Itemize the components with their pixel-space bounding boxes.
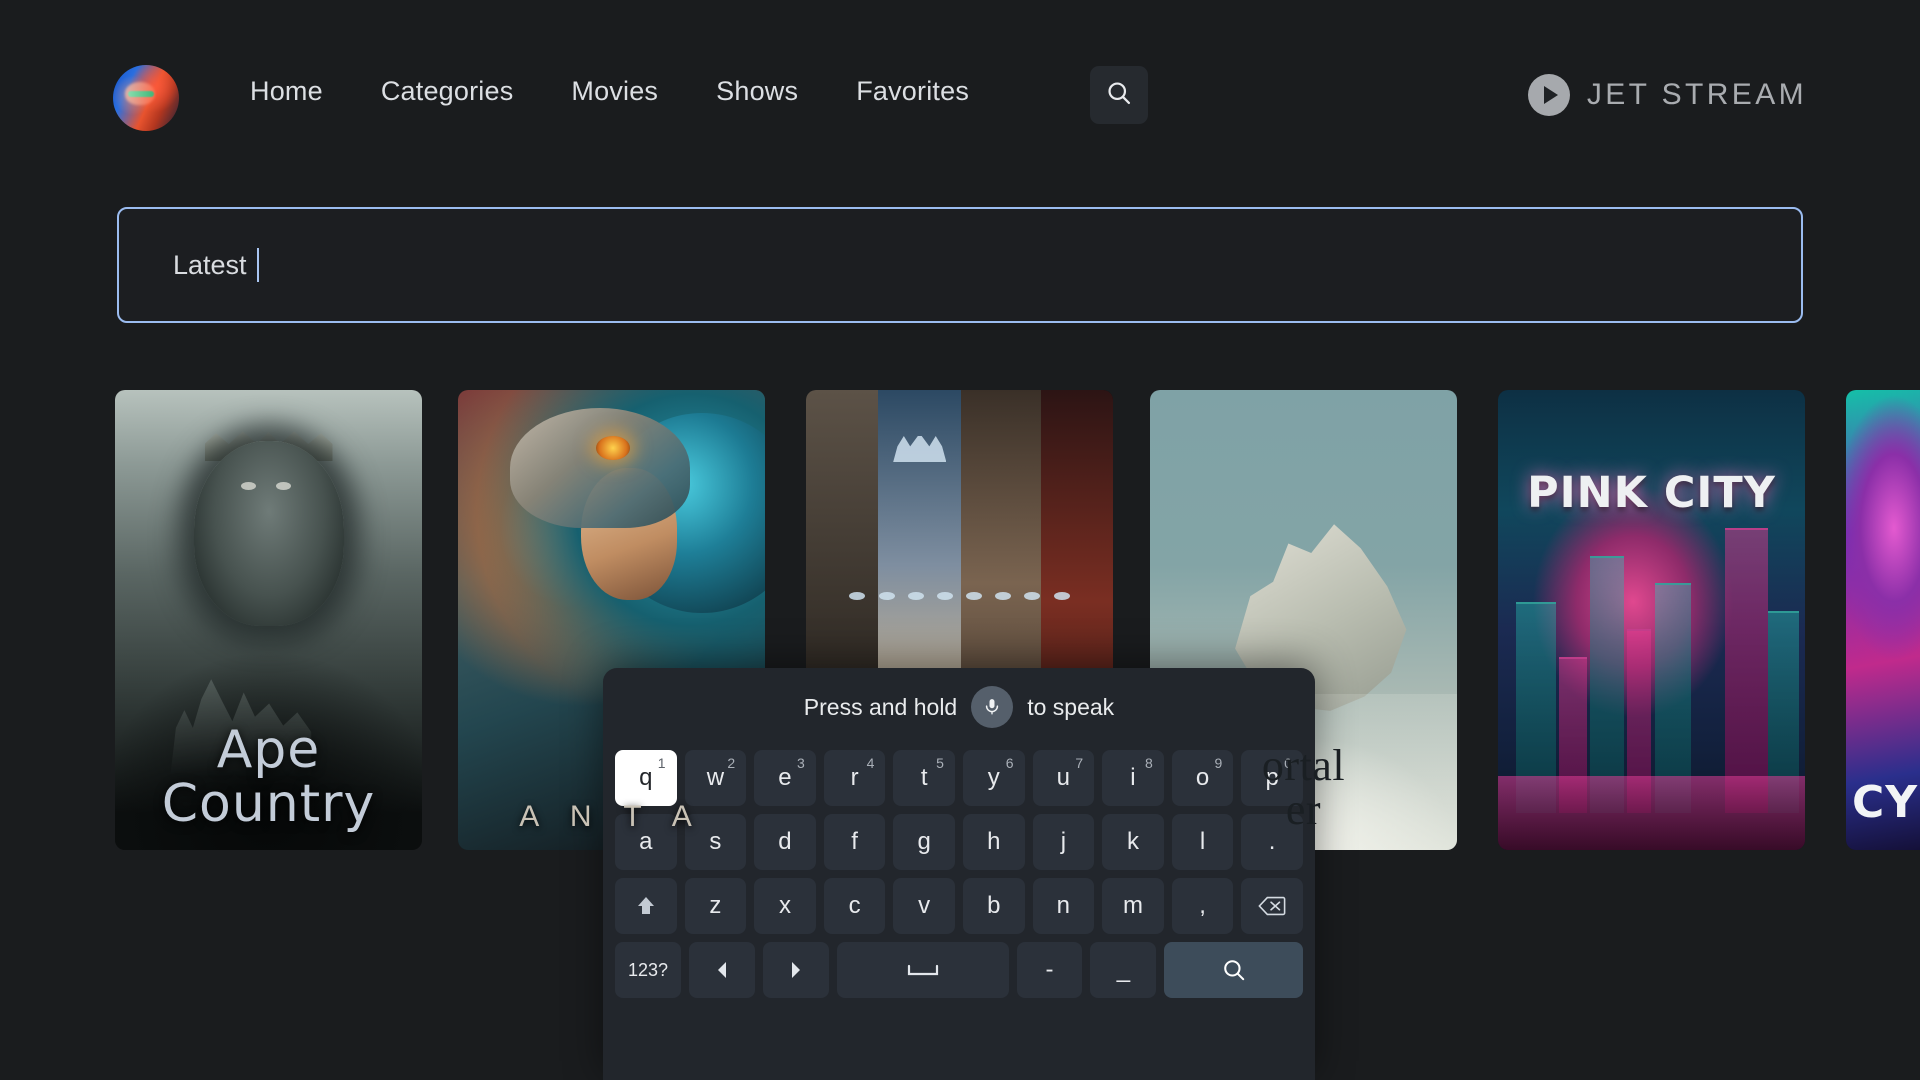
- arrow-right-icon: [788, 961, 804, 979]
- keyboard-row-3: z x c v b n m ,: [615, 878, 1303, 934]
- user-avatar[interactable]: [113, 65, 179, 131]
- key-label: r: [850, 764, 859, 791]
- key-superscript: 6: [1005, 755, 1014, 771]
- nav-item-categories[interactable]: Categories: [381, 72, 514, 111]
- key-b[interactable]: b: [962, 878, 1025, 934]
- key-h[interactable]: h: [962, 814, 1025, 870]
- poster-title: ortal er: [1150, 744, 1457, 832]
- on-screen-keyboard: Press and hold to speak q 1 w 2 e 3 r 4 …: [603, 668, 1315, 1080]
- key-hyphen[interactable]: -: [1016, 942, 1083, 998]
- key-backspace[interactable]: [1241, 878, 1303, 934]
- key-label: i: [1130, 764, 1136, 791]
- shift-icon: [634, 894, 658, 918]
- nav-item-home[interactable]: Home: [250, 72, 323, 111]
- key-c[interactable]: c: [823, 878, 886, 934]
- search-icon: [1105, 79, 1133, 112]
- key-shift[interactable]: [615, 878, 677, 934]
- poster-card[interactable]: Ape Country: [115, 390, 422, 850]
- poster-title-line1: ortal: [1261, 741, 1346, 790]
- poster-title-line2: er: [1285, 785, 1322, 834]
- text-cursor: [256, 248, 259, 282]
- poster-title: PINK CITY: [1527, 468, 1776, 519]
- top-navigation-bar: Home Categories Movies Shows Favorites J…: [0, 0, 1920, 160]
- key-underscore[interactable]: _: [1090, 942, 1157, 998]
- nav-item-shows[interactable]: Shows: [716, 72, 798, 111]
- key-superscript: 5: [936, 755, 944, 771]
- space-icon: [906, 962, 940, 978]
- search-icon: [1221, 957, 1247, 983]
- nav-item-favorites[interactable]: Favorites: [856, 72, 969, 111]
- search-input[interactable]: Latest: [117, 207, 1803, 323]
- poster-card[interactable]: ortal er: [1150, 390, 1457, 850]
- key-arrow-right[interactable]: [762, 942, 829, 998]
- nav-item-movies[interactable]: Movies: [571, 72, 658, 111]
- key-space[interactable]: [836, 942, 1009, 998]
- key-label: e: [778, 764, 792, 791]
- voice-prompt-prefix: Press and hold: [803, 693, 958, 720]
- poster-title: CY: [1852, 777, 1919, 828]
- key-label: t: [920, 764, 928, 791]
- app-screen: Home Categories Movies Shows Favorites J…: [0, 0, 1920, 1080]
- key-label: u: [1056, 764, 1071, 791]
- key-r[interactable]: r 4: [823, 750, 886, 806]
- poster-card[interactable]: PINK CITY: [1498, 390, 1805, 850]
- voice-prompt-suffix: to speak: [1027, 693, 1115, 720]
- voice-prompt: Press and hold to speak: [603, 668, 1315, 746]
- key-m[interactable]: m: [1102, 878, 1164, 934]
- key-g[interactable]: g: [893, 814, 955, 870]
- poster-title-line2: Country: [161, 774, 376, 835]
- poster-title-line1: Ape: [216, 719, 321, 780]
- key-j[interactable]: j: [1032, 814, 1095, 870]
- poster-artwork: PINK CITY: [1498, 390, 1805, 850]
- key-search-submit[interactable]: [1164, 942, 1304, 998]
- key-label: q: [639, 764, 653, 791]
- key-y[interactable]: y 6: [962, 750, 1025, 806]
- key-superscript: 2: [727, 755, 736, 771]
- key-superscript: 3: [796, 755, 805, 771]
- keyboard-row-4: 123? - _: [615, 942, 1304, 998]
- key-arrow-left[interactable]: [688, 942, 755, 998]
- key-numeric-toggle[interactable]: 123?: [615, 942, 681, 998]
- key-f[interactable]: f: [823, 814, 886, 870]
- key-t[interactable]: t 5: [893, 750, 955, 806]
- key-superscript: 4: [866, 755, 875, 771]
- brand-logo: JET STREAM: [1527, 74, 1807, 116]
- nav-search-button[interactable]: [1090, 66, 1148, 124]
- key-superscript: 1: [657, 755, 666, 771]
- poster-card[interactable]: CY: [1846, 390, 1920, 850]
- arrow-left-icon: [714, 961, 730, 979]
- poster-title: A N T A: [458, 799, 765, 833]
- key-comma[interactable]: ,: [1171, 878, 1234, 934]
- main-nav: Home Categories Movies Shows Favorites: [250, 72, 1027, 111]
- play-circle-icon: [1527, 74, 1570, 116]
- key-e[interactable]: e 3: [754, 750, 816, 806]
- key-z[interactable]: z: [684, 878, 747, 934]
- key-u[interactable]: u 7: [1032, 750, 1095, 806]
- key-x[interactable]: x: [754, 878, 816, 934]
- key-w[interactable]: w 2: [684, 750, 747, 806]
- backspace-icon: [1258, 894, 1286, 918]
- key-q[interactable]: q 1: [615, 750, 677, 806]
- brand-name: JET STREAM: [1586, 78, 1807, 111]
- key-v[interactable]: v: [893, 878, 955, 934]
- microphone-icon[interactable]: [971, 686, 1014, 728]
- poster-title-line1: A N T A: [519, 799, 704, 833]
- key-label: y: [987, 764, 1000, 791]
- poster-title: Ape Country: [115, 723, 422, 832]
- search-input-value: Latest: [173, 249, 247, 280]
- key-n[interactable]: n: [1032, 878, 1095, 934]
- key-superscript: 7: [1075, 755, 1084, 771]
- key-label: w: [706, 764, 725, 791]
